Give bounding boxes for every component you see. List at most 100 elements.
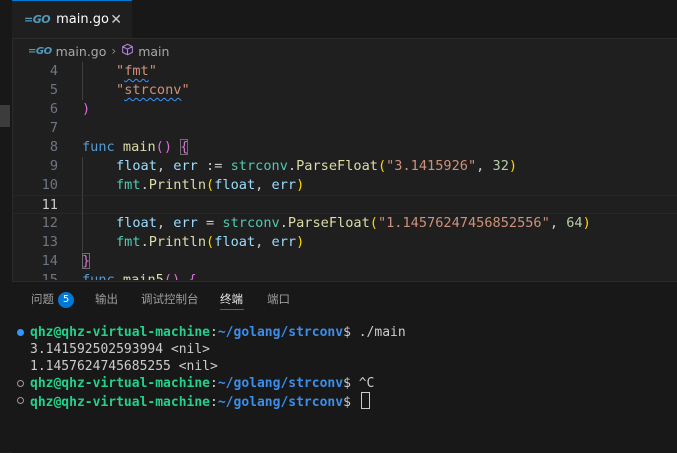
code-text: "strconv" xyxy=(116,81,190,100)
code-line[interactable]: 7 xyxy=(12,119,677,138)
command-decoration-icon[interactable] xyxy=(17,329,24,336)
code-token: ParseFloat xyxy=(296,158,378,174)
breadcrumb-symbol[interactable]: main xyxy=(138,44,169,59)
code-token: ( xyxy=(369,215,378,231)
code-token: err xyxy=(271,234,297,250)
code-line[interactable]: 15 func main5() { xyxy=(12,271,677,280)
code-editor[interactable]: 4 "fmt" 5 "strconv" 6) 7 8 func main() {9 float,… xyxy=(12,62,677,280)
terminal-output: 3.141592502593994 <nil> xyxy=(30,342,211,357)
code-token: fmt xyxy=(124,63,149,79)
prompt-text: : xyxy=(210,325,218,340)
code-token: func xyxy=(82,272,123,280)
code-token: = xyxy=(197,215,223,231)
code-token: . xyxy=(279,215,288,231)
code-token: , xyxy=(156,158,174,174)
code-line[interactable]: 4 "fmt" xyxy=(12,62,677,81)
code-token: strconv xyxy=(222,215,280,231)
code-token: { xyxy=(188,272,197,280)
code-line[interactable]: 10 fmt.Println(float, err) xyxy=(12,176,677,195)
prompt-text: $ ./main xyxy=(343,325,406,340)
line-number: 11 xyxy=(41,197,58,213)
code-token: , xyxy=(156,215,174,231)
line-number: 12 xyxy=(41,215,58,231)
prompt-path: ~/golang/strconv xyxy=(217,325,344,340)
tab-output[interactable]: 输出 xyxy=(95,291,118,307)
code-token: 64 xyxy=(566,215,583,231)
code-token: fmt xyxy=(116,234,141,250)
code-token: " xyxy=(116,82,125,98)
line-number: 9 xyxy=(49,158,58,174)
code-token: ) xyxy=(82,101,91,117)
code-token: , xyxy=(255,177,272,193)
code-token: fmt xyxy=(116,177,141,193)
code-text: "fmt" xyxy=(116,62,157,81)
prompt-text: $ xyxy=(343,395,359,410)
code-token: strconv xyxy=(124,82,182,98)
code-line[interactable]: 14} xyxy=(12,252,677,271)
line-number: 7 xyxy=(49,120,58,136)
line-number: 10 xyxy=(41,177,58,193)
go-file-icon: =GO xyxy=(24,13,51,26)
code-token: "3.1415926" xyxy=(386,158,477,174)
line-number: 15 xyxy=(41,272,58,280)
code-token: err xyxy=(173,158,198,174)
line-number: 14 xyxy=(41,253,58,269)
line-number: 5 xyxy=(49,82,58,98)
bottom-panel: 问题 5 输出 调试控制台 终端 端口 qhz@qhz-virtual-machi… xyxy=(12,281,677,453)
code-token: . xyxy=(140,234,149,250)
command-decoration-icon[interactable] xyxy=(17,397,24,404)
code-token: ( xyxy=(206,234,215,250)
code-token: float xyxy=(116,158,157,174)
code-token: err xyxy=(271,177,297,193)
tab-label: main.go xyxy=(56,12,109,27)
code-token: ) xyxy=(582,215,591,231)
code-text: fmt.Println(float, err) xyxy=(116,176,304,195)
code-line[interactable]: 5 "strconv" xyxy=(12,81,677,100)
code-line[interactable]: 12 float, err = strconv.ParseFloat("1.145… xyxy=(12,214,677,233)
close-icon[interactable]: ✕ xyxy=(110,12,122,28)
code-token: " xyxy=(148,63,157,79)
code-text: func main5() { xyxy=(82,271,197,280)
tab-debug-console[interactable]: 调试控制台 xyxy=(141,291,199,307)
code-token: main5 xyxy=(122,272,164,280)
code-token: err xyxy=(173,215,198,231)
code-line[interactable]: 11 xyxy=(12,195,677,215)
prompt-text: $ ^C xyxy=(343,376,375,391)
code-token: ) xyxy=(508,158,518,174)
indent-guide xyxy=(82,157,83,176)
code-token: ) xyxy=(296,234,305,250)
code-token: func xyxy=(82,139,123,155)
breadcrumb-file[interactable]: main.go xyxy=(56,44,107,59)
code-token: := xyxy=(197,158,231,174)
code-token: . xyxy=(287,158,297,174)
prompt-path: ~/golang/strconv xyxy=(217,376,344,391)
command-decoration-icon[interactable] xyxy=(17,380,24,387)
code-token: () xyxy=(163,272,189,280)
code-line[interactable]: 8 func main() { xyxy=(12,138,677,157)
code-token: ) xyxy=(296,177,305,193)
tab-main-go[interactable]: =GO main.go ✕ xyxy=(12,0,132,38)
code-line[interactable]: 13 fmt.Println(float, err) xyxy=(12,233,677,252)
go-file-icon: =GO xyxy=(28,45,52,57)
active-tab-indicator xyxy=(220,309,244,310)
code-text: func main() { xyxy=(82,138,189,157)
code-line[interactable]: 9 float, err := strconv.ParseFloat("3.141… xyxy=(12,157,677,176)
problems-count-badge: 5 xyxy=(58,291,74,308)
prompt-user: qhz@qhz-virtual-machine xyxy=(30,376,211,391)
code-token: float xyxy=(214,177,256,193)
code-token: { xyxy=(180,139,189,155)
code-token: ( xyxy=(206,177,215,193)
code-token: , xyxy=(549,215,567,231)
chevron-right-icon: › xyxy=(111,44,117,58)
code-token: ( xyxy=(377,158,387,174)
line-number: 13 xyxy=(41,234,58,250)
indent-guide xyxy=(82,214,83,233)
tab-terminal[interactable]: 终端 xyxy=(220,291,243,307)
terminal-prompt: qhz@qhz-virtual-machine:~/golang/strconv… xyxy=(30,392,370,411)
code-line[interactable]: 6) xyxy=(12,100,677,119)
tab-problems[interactable]: 问题 5 xyxy=(31,291,74,308)
indent-guide xyxy=(82,233,83,252)
code-token: } xyxy=(82,253,91,269)
tab-ports[interactable]: 端口 xyxy=(267,291,290,307)
code-token: , xyxy=(255,234,272,250)
